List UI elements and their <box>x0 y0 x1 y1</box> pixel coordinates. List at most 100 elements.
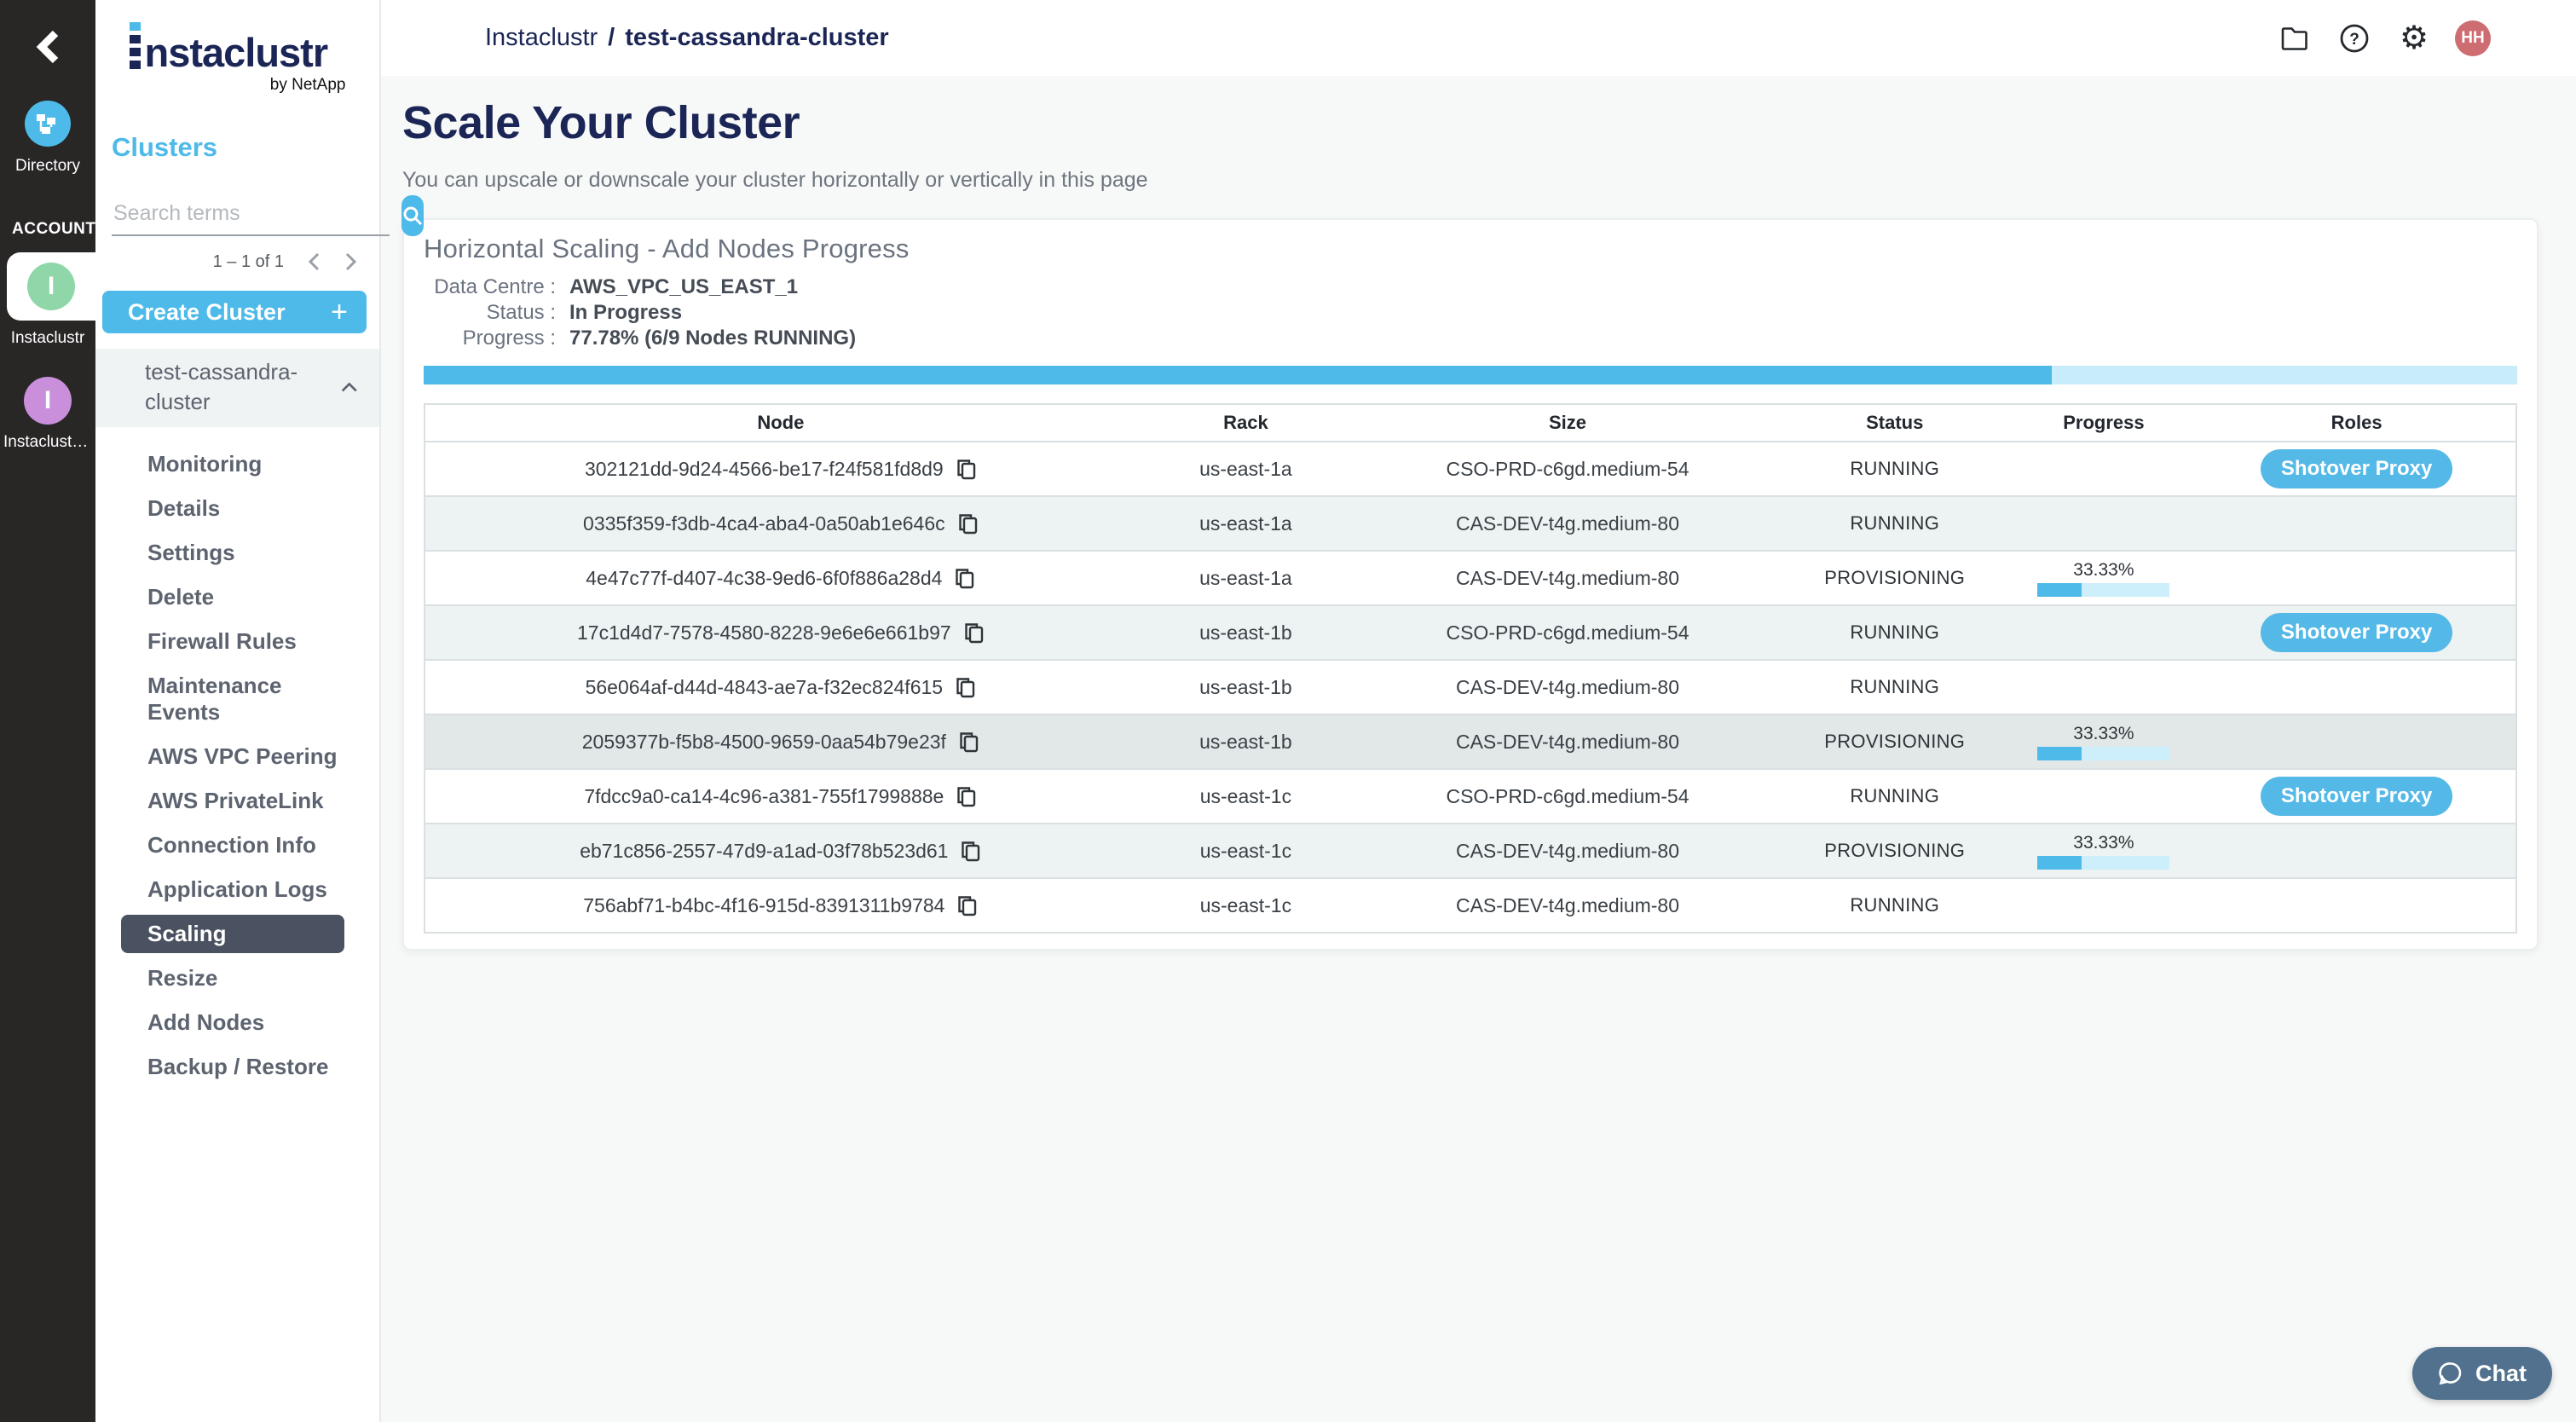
sidebar-item-delete[interactable]: Delete <box>121 578 344 616</box>
create-cluster-button[interactable]: Create Cluster + <box>102 291 367 333</box>
pagination-range: 1 – 1 of 1 <box>213 252 284 272</box>
copy-node-id-button[interactable] <box>960 840 981 863</box>
sidebar-item-details[interactable]: Details <box>121 489 344 528</box>
sidebar-item-maintenance-events[interactable]: Maintenance Events <box>121 667 344 731</box>
table-header-row: NodeRackSizeStatusProgressRoles <box>425 405 2515 441</box>
copy-node-id-button[interactable] <box>955 676 976 699</box>
size-cell: CAS-DEV-t4g.medium-80 <box>1355 731 1780 754</box>
plus-icon: + <box>331 298 348 327</box>
top-bar: Instaclustr / test-cassandra-cluster ? ⚙… <box>381 0 2576 76</box>
overall-progress-fill <box>424 366 2052 384</box>
search-input[interactable] <box>112 196 390 236</box>
sidebar-item-settings[interactable]: Settings <box>121 534 344 572</box>
node-id: 756abf71-b4bc-4f16-915d-8391311b9784 <box>583 894 944 917</box>
rack-value: us-east-1b <box>1199 731 1292 754</box>
clusters-heading: Clusters <box>112 132 379 163</box>
size-cell: CAS-DEV-t4g.medium-80 <box>1355 676 1780 699</box>
status-value: RUNNING <box>1850 458 1939 480</box>
breadcrumb: Instaclustr / test-cassandra-cluster <box>485 24 889 52</box>
overall-progress-bar <box>424 366 2517 384</box>
node-id: 4e47c77f-d407-4c38-9ed6-6f0f886a28d4 <box>586 567 942 590</box>
copy-node-id-button[interactable] <box>958 731 979 754</box>
rack-value: us-east-1b <box>1199 676 1292 699</box>
collapse-sidebar-button[interactable] <box>0 26 95 68</box>
status-cell: RUNNING <box>1780 512 2010 535</box>
table-row: 0335f359-f3db-4ca4-aba4-0a50ab1e646c us-… <box>425 495 2515 550</box>
gear-icon: ⚙ <box>2400 22 2429 55</box>
pagination-next-button[interactable] <box>344 251 359 272</box>
table-row: eb71c856-2557-47d9-a1ad-03f78b523d61 us-… <box>425 823 2515 877</box>
size-value: CSO-PRD-c6gd.medium-54 <box>1446 621 1689 645</box>
node-progress-label: 33.33% <box>2073 724 2134 744</box>
copy-node-id-button[interactable] <box>956 458 977 481</box>
account-name: Instaclustr <box>11 329 85 348</box>
account-item[interactable]: I <box>7 252 95 321</box>
svg-text:?: ? <box>2349 31 2359 49</box>
sidebar-item-aws-vpc-peering[interactable]: AWS VPC Peering <box>121 737 344 776</box>
roles-cell: Shotover Proxy <box>2198 777 2515 816</box>
sidebar-item-backup-restore[interactable]: Backup / Restore <box>121 1048 344 1086</box>
size-cell: CAS-DEV-t4g.medium-80 <box>1355 840 1780 863</box>
node-progress-label: 33.33% <box>2073 560 2134 581</box>
sidebar-item-add-nodes[interactable]: Add Nodes <box>121 1003 344 1042</box>
user-avatar[interactable]: HH <box>2455 20 2491 56</box>
copy-node-id-button[interactable] <box>963 621 985 645</box>
rack-cell: us-east-1a <box>1136 458 1355 481</box>
node-progress-bar <box>2037 583 2169 597</box>
status-value: RUNNING <box>1850 785 1939 807</box>
status-cell: PROVISIONING <box>1780 567 2010 589</box>
sidebar-item-application-logs[interactable]: Application Logs <box>121 870 344 909</box>
rack-cell: us-east-1c <box>1136 785 1355 808</box>
sidebar-item-aws-privatelink[interactable]: AWS PrivateLink <box>121 782 344 820</box>
rack-value: us-east-1c <box>1200 894 1291 917</box>
sidebar-item-monitoring[interactable]: Monitoring <box>121 445 344 483</box>
accounts-list: IInstaclustrIInstaclustr Pr... <box>0 239 95 452</box>
shotover-proxy-button[interactable]: Shotover Proxy <box>2261 777 2452 816</box>
chat-button[interactable]: Chat <box>2412 1347 2552 1400</box>
rack-value: us-east-1b <box>1199 621 1292 645</box>
main-area: Instaclustr / test-cassandra-cluster ? ⚙… <box>381 0 2576 1422</box>
progress-cell: 33.33% <box>2010 833 2198 870</box>
size-value: CAS-DEV-t4g.medium-80 <box>1456 676 1679 699</box>
copy-icon <box>958 731 979 754</box>
node-cell: eb71c856-2557-47d9-a1ad-03f78b523d61 <box>425 840 1136 863</box>
node-id: 0335f359-f3db-4ca4-aba4-0a50ab1e646c <box>583 512 945 535</box>
size-cell: CAS-DEV-t4g.medium-80 <box>1355 894 1780 917</box>
page-title: Scale Your Cluster <box>402 96 2538 149</box>
sidebar-item-firewall-rules[interactable]: Firewall Rules <box>121 622 344 661</box>
folder-button[interactable] <box>2276 20 2313 57</box>
table-row: 302121dd-9d24-4566-be17-f24f581fd8d9 us-… <box>425 441 2515 495</box>
status-value: RUNNING <box>1850 621 1939 644</box>
sidebar-item-resize[interactable]: Resize <box>121 959 344 997</box>
copy-icon <box>956 894 978 917</box>
folder-icon <box>2280 26 2309 51</box>
copy-node-id-button[interactable] <box>956 894 978 917</box>
sidebar-item-connection-info[interactable]: Connection Info <box>121 826 344 864</box>
copy-icon <box>957 512 979 535</box>
copy-node-id-button[interactable] <box>954 567 975 590</box>
copy-icon <box>956 785 977 808</box>
settings-button[interactable]: ⚙ <box>2395 20 2433 57</box>
copy-node-id-button[interactable] <box>957 512 979 535</box>
copy-node-id-button[interactable] <box>956 785 977 808</box>
cluster-accordion-header[interactable]: test-cassandra-cluster <box>95 349 379 427</box>
pagination-prev-button[interactable] <box>306 251 321 272</box>
help-button[interactable]: ? <box>2336 20 2373 57</box>
size-value: CAS-DEV-t4g.medium-80 <box>1456 840 1679 863</box>
account-item[interactable]: I <box>24 377 72 425</box>
status-value: RUNNING <box>1850 894 1939 916</box>
shotover-proxy-button[interactable]: Shotover Proxy <box>2261 613 2452 652</box>
copy-icon <box>955 676 976 699</box>
roles-cell: Shotover Proxy <box>2198 613 2515 652</box>
page-content: Scale Your Cluster You can upscale or do… <box>381 76 2576 951</box>
breadcrumb-root[interactable]: Instaclustr <box>485 24 598 52</box>
info-value: In Progress <box>569 300 682 325</box>
node-cell: 4e47c77f-d407-4c38-9ed6-6f0f886a28d4 <box>425 567 1136 590</box>
rack-cell: us-east-1c <box>1136 894 1355 917</box>
search-button[interactable] <box>401 195 424 236</box>
info-value: AWS_VPC_US_EAST_1 <box>569 275 798 299</box>
shotover-proxy-button[interactable]: Shotover Proxy <box>2261 449 2452 488</box>
node-cell: 0335f359-f3db-4ca4-aba4-0a50ab1e646c <box>425 512 1136 535</box>
sidebar-item-directory[interactable]: Directory <box>15 101 80 176</box>
sidebar-item-scaling[interactable]: Scaling <box>121 915 344 953</box>
